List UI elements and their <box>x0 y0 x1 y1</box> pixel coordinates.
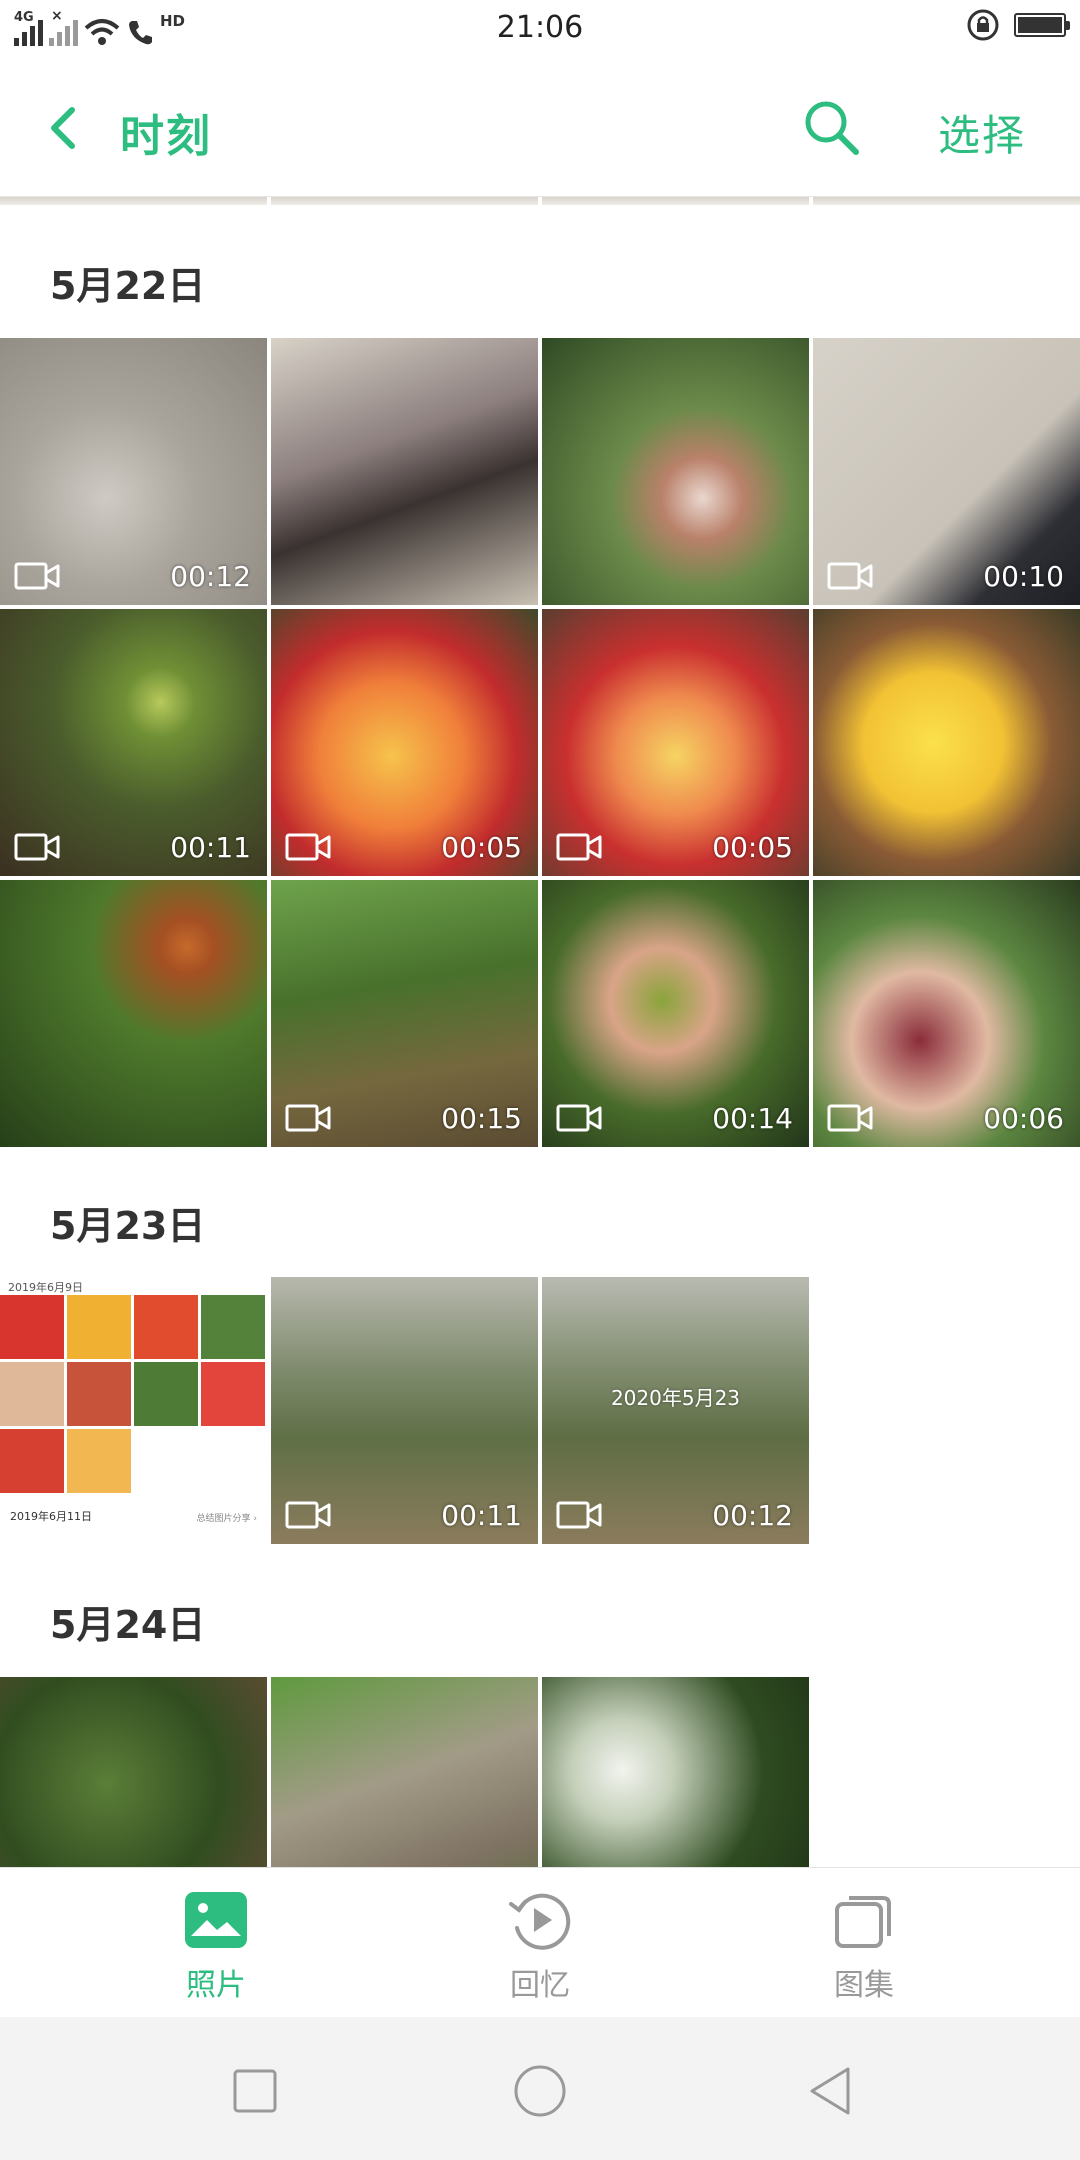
albums-icon <box>835 1896 891 1948</box>
recents-button[interactable] <box>225 2061 285 2121</box>
nav-photos-tab[interactable]: 照片 <box>136 1890 296 2004</box>
memories-icon <box>509 1893 571 1950</box>
collage-cell <box>201 1362 265 1426</box>
collage-cell <box>134 1362 198 1426</box>
timeline-content[interactable]: 5月22日 00:12 00:10 00:11 00:05 00:05 00:1… <box>0 197 1080 1867</box>
nav-memories-label: 回忆 <box>510 1968 570 2003</box>
video-icon <box>14 833 60 861</box>
collage-cell <box>201 1295 265 1359</box>
photo-thumbnail[interactable] <box>271 1677 538 1867</box>
video-icon <box>285 1501 331 1529</box>
nav-photos-label: 照片 <box>186 1968 246 2003</box>
battery-icon <box>1014 13 1070 37</box>
collage-footer: 2019年6月11日 <box>10 1510 92 1523</box>
video-duration: 00:05 <box>712 831 793 864</box>
collage-link: 总结图片分享 › <box>196 1514 257 1524</box>
video-thumbnail[interactable]: 00:06 <box>813 880 1080 1147</box>
collage-image: 2019年6月9日 2019年6月11日 总结图片分享 › <box>0 1277 267 1544</box>
video-duration: 00:06 <box>983 1102 1064 1135</box>
photo-thumbnail[interactable] <box>271 338 538 605</box>
video-duration: 00:14 <box>712 1102 793 1135</box>
status-bar: 4G × HD 21:06 <box>0 0 1080 60</box>
video-thumbnail[interactable]: 00:15 <box>271 880 538 1147</box>
collage-cell <box>67 1429 131 1493</box>
collage-cell <box>0 1362 64 1426</box>
collage-cell <box>67 1362 131 1426</box>
top-bar: 时刻 选择 <box>0 60 1080 197</box>
nav-albums-tab[interactable]: 图集 <box>784 1890 944 2004</box>
photo-grid-may23: 2019年6月9日 2019年6月11日 总结图片分享 › 00:11 2020… <box>0 1277 1080 1544</box>
section-date-may23: 5月23日 <box>50 1204 206 1248</box>
video-icon <box>14 562 60 590</box>
video-thumbnail[interactable]: 00:12 <box>0 338 267 605</box>
collage-cell <box>0 1429 64 1493</box>
search-icon[interactable] <box>800 96 864 160</box>
video-icon <box>827 562 873 590</box>
video-icon <box>556 1104 602 1132</box>
back-icon[interactable] <box>40 96 88 160</box>
collage-cell <box>134 1295 198 1359</box>
video-icon <box>285 833 331 861</box>
date-watermark: 2020年5月23 <box>610 1386 741 1410</box>
video-thumbnail[interactable]: 00:11 <box>271 1277 538 1544</box>
status-right <box>966 8 1070 42</box>
video-icon <box>556 1501 602 1529</box>
video-icon <box>827 1104 873 1132</box>
video-duration: 00:11 <box>170 831 251 864</box>
bottom-nav: 照片 回忆 图集 <box>0 1867 1080 2018</box>
select-button[interactable]: 选择 <box>938 102 1026 163</box>
video-duration: 00:12 <box>170 560 251 593</box>
photo-thumbnail[interactable]: 2019年6月9日 2019年6月11日 总结图片分享 › <box>0 1277 267 1544</box>
collage-header: 2019年6月9日 <box>8 1281 83 1294</box>
photo-thumbnail[interactable] <box>542 1677 809 1867</box>
home-button[interactable] <box>510 2061 570 2121</box>
video-icon <box>285 1104 331 1132</box>
video-duration: 00:05 <box>441 831 522 864</box>
page-title: 时刻 <box>120 111 212 162</box>
video-thumbnail[interactable]: 00:05 <box>542 609 809 876</box>
nav-memories-tab[interactable]: 回忆 <box>460 1890 620 2004</box>
video-thumbnail[interactable]: 2020年5月23 00:12 <box>542 1277 809 1544</box>
section-date-may24: 5月24日 <box>50 1603 206 1647</box>
photo-thumbnail[interactable] <box>813 609 1080 876</box>
photos-icon <box>185 1892 247 1948</box>
rotation-lock-icon <box>967 9 999 41</box>
section-date-may22: 5月22日 <box>50 264 206 308</box>
photo-grid-may22: 00:12 00:10 00:11 00:05 00:05 00:15 00:1… <box>0 338 1080 1147</box>
nav-albums-label: 图集 <box>834 1968 894 2003</box>
photo-thumbnail[interactable] <box>0 880 267 1147</box>
video-thumbnail[interactable]: 00:10 <box>813 338 1080 605</box>
video-duration: 00:12 <box>712 1499 793 1532</box>
system-nav-bar <box>0 2017 1080 2160</box>
photo-thumbnail[interactable] <box>0 1677 267 1867</box>
video-duration: 00:11 <box>441 1499 522 1532</box>
video-duration: 00:10 <box>983 560 1064 593</box>
video-thumbnail[interactable]: 00:11 <box>0 609 267 876</box>
video-icon <box>556 833 602 861</box>
video-duration: 00:15 <box>441 1102 522 1135</box>
collage-cell <box>67 1295 131 1359</box>
photo-thumbnail[interactable] <box>542 338 809 605</box>
collage-cell <box>0 1295 64 1359</box>
previous-row-edge <box>0 197 1080 207</box>
back-button[interactable] <box>800 2061 860 2121</box>
status-time: 21:06 <box>496 10 584 45</box>
photo-grid-may24 <box>0 1677 1080 1867</box>
video-thumbnail[interactable]: 00:14 <box>542 880 809 1147</box>
video-thumbnail[interactable]: 00:05 <box>271 609 538 876</box>
